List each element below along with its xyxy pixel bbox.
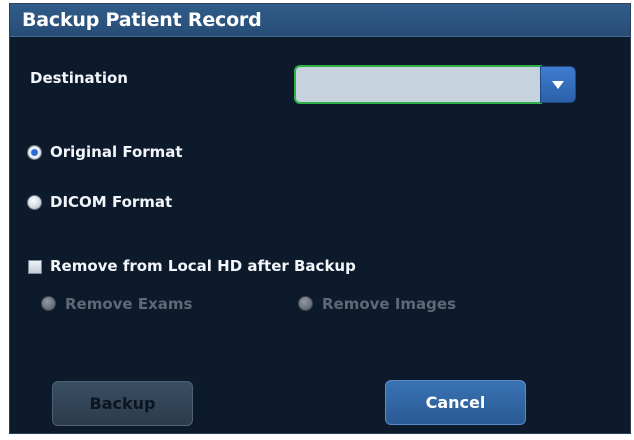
dicom-format-radio[interactable] xyxy=(27,195,42,210)
dialog-title: Backup Patient Record xyxy=(22,9,262,31)
original-format-label: Original Format xyxy=(50,143,183,161)
dicom-format-label: DICOM Format xyxy=(50,193,173,211)
dialog-title-bar: Backup Patient Record xyxy=(10,4,630,37)
remove-images-radio xyxy=(298,296,313,311)
remove-exams-radio xyxy=(41,296,56,311)
destination-label: Destination xyxy=(30,69,128,87)
destination-dropdown[interactable] xyxy=(294,65,578,104)
backup-patient-record-dialog: Backup Patient Record Destination Origin… xyxy=(9,3,631,434)
backup-button[interactable]: Backup xyxy=(52,381,193,426)
cancel-button[interactable]: Cancel xyxy=(385,380,526,425)
remove-exams-label: Remove Exams xyxy=(65,295,193,313)
chevron-down-icon xyxy=(552,81,564,89)
remove-images-label: Remove Images xyxy=(322,295,457,313)
original-format-radio[interactable] xyxy=(27,145,42,160)
remove-from-local-hd-checkbox[interactable] xyxy=(28,260,42,274)
destination-field[interactable] xyxy=(294,65,542,104)
dropdown-arrow-button[interactable] xyxy=(540,66,576,103)
remove-from-local-hd-label: Remove from Local HD after Backup xyxy=(50,257,356,275)
